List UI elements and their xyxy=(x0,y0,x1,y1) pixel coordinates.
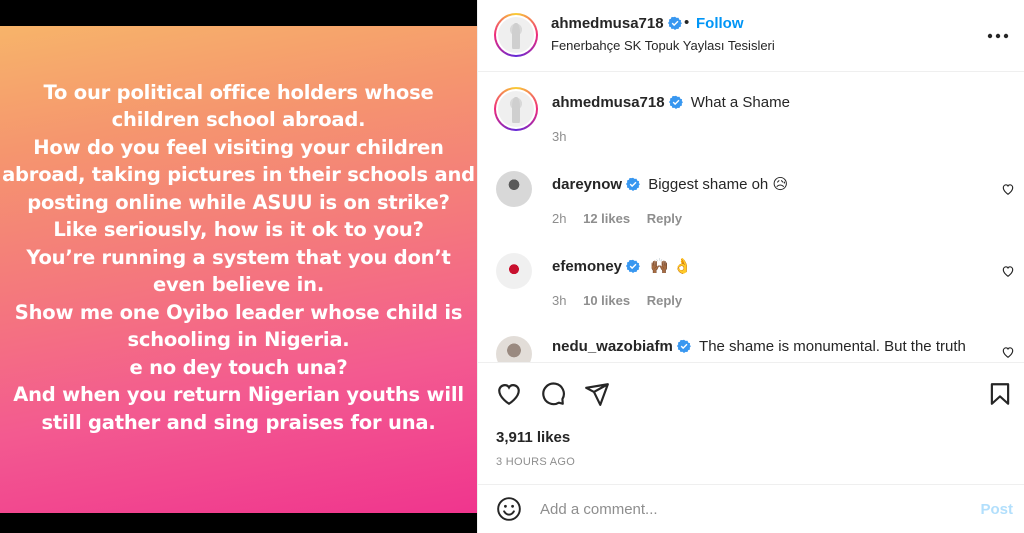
image-text-line: How do you feel visiting your children xyxy=(33,135,444,159)
comment-body: efemoney 🙌🏾 👌 xyxy=(552,257,692,275)
image-text-line: abroad, taking pictures in their schools… xyxy=(2,163,475,187)
comment-bubble-icon[interactable] xyxy=(540,381,566,407)
likes-count[interactable]: 3,911 likes xyxy=(496,429,570,446)
comment-text: The shame is monumental. But the truth xyxy=(699,338,966,355)
post-comment-button[interactable]: Post xyxy=(980,501,1013,518)
post-media[interactable]: To our political office holders whose ch… xyxy=(0,0,477,533)
raised-hands-ok-emoji-icon: 🙌🏾 👌 xyxy=(650,258,692,275)
comment-like-heart-icon[interactable] xyxy=(1001,264,1015,278)
image-text-line: posting online while ASUU is on strike? xyxy=(27,190,450,214)
image-text-line: schooling in Nigeria. xyxy=(127,328,350,352)
post-actions: 3,911 likes 3 HOURS AGO xyxy=(478,362,1024,484)
caption-meta: 3h xyxy=(552,129,579,144)
caption-username[interactable]: ahmedmusa718 xyxy=(552,94,665,111)
image-text-line: e no dey touch una? xyxy=(129,355,348,379)
emoji-smiley-icon[interactable] xyxy=(496,496,522,522)
more-options-icon[interactable] xyxy=(987,22,1009,45)
avatar[interactable] xyxy=(494,87,538,131)
comment-likes[interactable]: 10 likes xyxy=(583,293,630,308)
image-text-line: To our political office holders whose xyxy=(43,80,434,104)
comment-username[interactable]: efemoney xyxy=(552,258,622,275)
comment-composer: Post xyxy=(478,484,1024,533)
avatar[interactable] xyxy=(496,253,532,289)
comment-text: Biggest shame oh xyxy=(648,176,769,193)
sad-face-emoji-icon: 😥 xyxy=(772,176,789,193)
avatar[interactable] xyxy=(496,336,532,362)
comment-body: dareynow Biggest shame oh 😥 xyxy=(552,175,788,193)
reply-button[interactable]: Reply xyxy=(647,293,682,308)
post-header: ahmedmusa718 • Follow Fenerbahçe SK Topu… xyxy=(478,0,1024,72)
avatar[interactable] xyxy=(496,171,532,207)
image-text-line: even believe in. xyxy=(152,273,325,297)
avatar[interactable] xyxy=(494,13,538,57)
image-text-line: And when you return Nigerian youths will xyxy=(13,383,464,407)
comment-body: nedu_wazobiafm The shame is monumental. … xyxy=(552,338,966,355)
verified-badge-icon xyxy=(626,177,641,191)
comment-likes[interactable]: 12 likes xyxy=(583,211,630,226)
image-text-line: Show me one Oyibo leader whose child is xyxy=(14,300,463,324)
follow-button[interactable]: Follow xyxy=(696,15,744,32)
header-separator: • xyxy=(684,14,690,31)
verified-badge-icon xyxy=(626,259,641,273)
comment-username[interactable]: dareynow xyxy=(552,176,622,193)
header-username-row: ahmedmusa718 xyxy=(551,15,682,32)
verified-badge-icon xyxy=(676,339,691,353)
like-heart-icon[interactable] xyxy=(496,381,522,407)
comment-meta: 3h 10 likes Reply xyxy=(552,293,695,308)
image-text-line: Like seriously, how is it ok to you? xyxy=(53,218,424,242)
reply-button[interactable]: Reply xyxy=(647,211,682,226)
comment-username[interactable]: nedu_wazobiafm xyxy=(552,338,673,355)
comment-time[interactable]: 2h xyxy=(552,211,566,226)
post-location[interactable]: Fenerbahçe SK Topuk Yaylası Tesisleri xyxy=(551,38,775,53)
comment-meta: 2h 12 likes Reply xyxy=(552,211,695,226)
share-paper-plane-icon[interactable] xyxy=(584,381,610,407)
caption-body: ahmedmusa718 What a Shame xyxy=(552,94,790,111)
image-text-line: You’re running a system that you don’t xyxy=(26,245,451,269)
comment-input[interactable] xyxy=(540,498,960,520)
post-image-text: To our political office holders whose ch… xyxy=(2,79,475,437)
caption-text: What a Shame xyxy=(690,94,790,111)
header-username[interactable]: ahmedmusa718 xyxy=(551,15,664,32)
verified-badge-icon xyxy=(667,16,682,30)
verified-badge-icon xyxy=(668,95,683,109)
image-text-line: children school abroad. xyxy=(111,108,366,132)
comment-like-heart-icon[interactable] xyxy=(1001,182,1015,196)
image-text-line: still gather and sing praises for una. xyxy=(41,410,436,434)
comment-time[interactable]: 3h xyxy=(552,293,566,308)
post-timestamp[interactable]: 3 HOURS AGO xyxy=(496,456,575,468)
save-bookmark-icon[interactable] xyxy=(987,381,1013,407)
caption-time[interactable]: 3h xyxy=(552,129,566,144)
comment-like-heart-icon[interactable] xyxy=(1001,345,1015,359)
post-side-panel: ahmedmusa718 • Follow Fenerbahçe SK Topu… xyxy=(477,0,1024,533)
post-image: To our political office holders whose ch… xyxy=(0,26,477,513)
comments-list[interactable]: ahmedmusa718 What a Shame 3h dareynow Bi… xyxy=(478,73,1024,362)
